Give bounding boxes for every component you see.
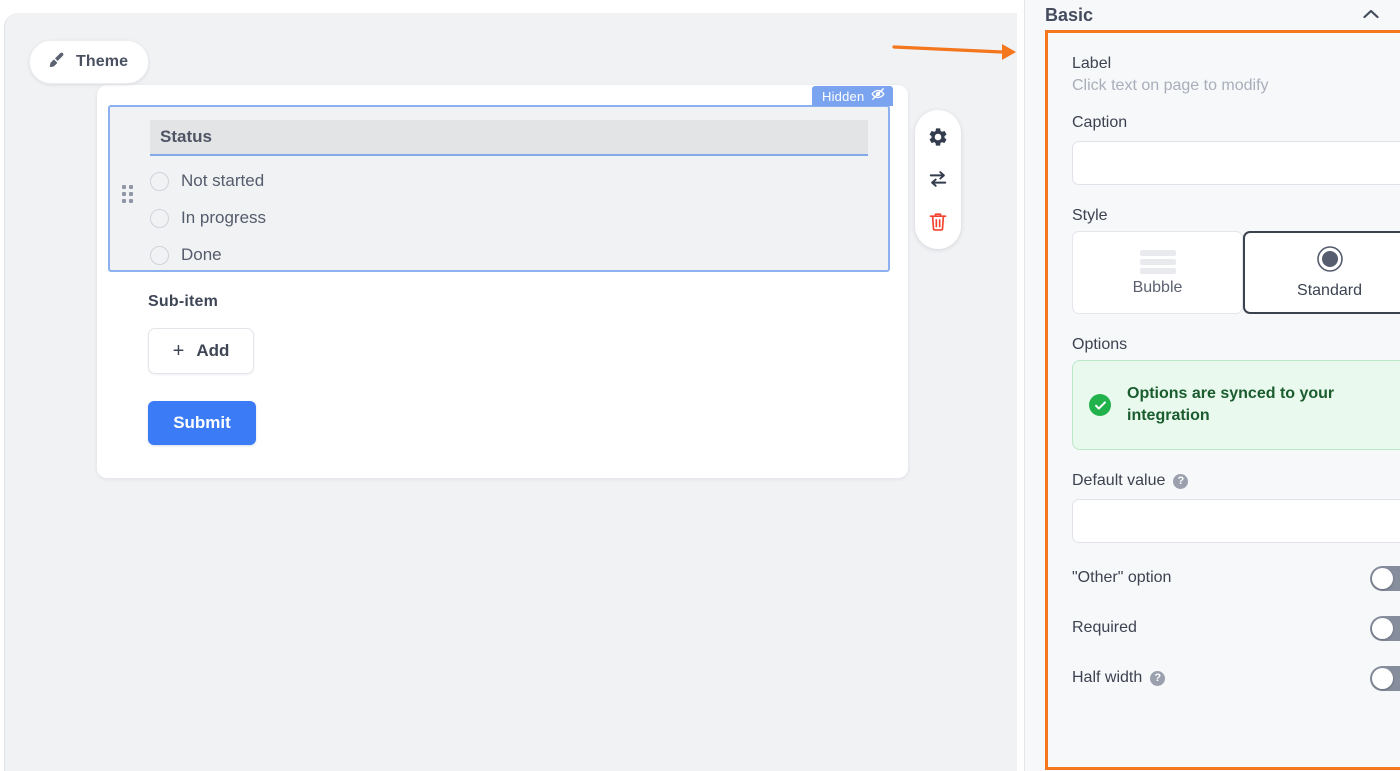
toggle-row-required: Required xyxy=(1072,603,1400,653)
submit-button[interactable]: Submit xyxy=(148,401,256,445)
panel-title: Basic xyxy=(1045,4,1094,25)
default-value-input[interactable] xyxy=(1072,499,1400,543)
required-toggle[interactable] xyxy=(1370,615,1400,641)
radio-option-done[interactable]: Done xyxy=(150,245,222,265)
question-mark-icon[interactable]: ? xyxy=(1173,473,1189,489)
chevron-up-icon[interactable] xyxy=(1363,6,1379,24)
panel-body: Label Click text on page to modify Capti… xyxy=(1045,30,1400,770)
caption-input[interactable] xyxy=(1072,141,1400,185)
radio-filled-icon xyxy=(1316,245,1344,278)
field-action-toolbar xyxy=(915,110,961,249)
swap-arrows-icon[interactable] xyxy=(923,164,953,194)
toggle-row-other-option: "Other" option xyxy=(1072,553,1400,603)
status-field-label-box[interactable]: Status xyxy=(150,120,868,156)
caption-field-title: Caption xyxy=(1072,114,1128,131)
gear-icon[interactable] xyxy=(923,122,953,152)
radio-circle-icon xyxy=(150,245,169,265)
add-sub-item-button[interactable]: + Add xyxy=(148,328,254,374)
question-mark-icon[interactable]: ? xyxy=(1150,670,1166,686)
trash-icon[interactable] xyxy=(923,207,953,237)
toggle-knob xyxy=(1372,567,1393,589)
style-field-title: Style xyxy=(1072,207,1108,224)
check-circle-icon xyxy=(1089,394,1111,416)
style-option-group: Bubble Standard xyxy=(1072,231,1400,314)
toggle-label: Half width ? xyxy=(1072,669,1166,687)
style-option-label: Standard xyxy=(1297,282,1362,299)
default-value-label-text: Default value xyxy=(1072,472,1166,489)
radio-option-in-progress[interactable]: In progress xyxy=(150,208,266,228)
theme-button-label: Theme xyxy=(76,53,129,70)
radio-circle-icon xyxy=(150,208,169,228)
toggle-label-text: Half width xyxy=(1072,669,1143,686)
options-field-title: Options xyxy=(1072,336,1128,353)
other-option-toggle[interactable] xyxy=(1370,565,1400,591)
toggle-knob xyxy=(1372,617,1393,639)
app-root: Theme Hidden Status Not started In progr… xyxy=(0,0,1400,771)
eye-off-icon xyxy=(871,87,885,106)
style-option-bubble[interactable]: Bubble xyxy=(1072,231,1243,314)
drag-handle-icon[interactable] xyxy=(122,185,134,203)
stacked-bars-icon xyxy=(1139,249,1176,275)
options-synced-banner: Options are synced to your integration xyxy=(1072,360,1400,450)
plus-icon: + xyxy=(172,340,185,362)
status-field-label: Status xyxy=(160,127,212,146)
options-synced-message: Options are synced to your integration xyxy=(1127,385,1335,424)
panel-section-header-basic[interactable]: Basic xyxy=(1025,0,1400,30)
toggle-label: Required xyxy=(1072,619,1137,636)
status-field-selected[interactable]: Status Not started In progress Done xyxy=(108,105,890,272)
properties-panel: Basic Label Click text on page to modify… xyxy=(1024,0,1400,771)
toggle-label: "Other" option xyxy=(1072,569,1172,586)
theme-button[interactable]: Theme xyxy=(29,40,150,84)
radio-option-label: Not started xyxy=(181,171,265,190)
toggle-row-half-width: Half width ? xyxy=(1072,653,1400,703)
label-field-hint: Click text on page to modify xyxy=(1072,77,1269,94)
sub-item-label: Sub-item xyxy=(148,293,219,310)
style-option-standard[interactable]: Standard xyxy=(1243,231,1400,314)
annotation-arrow xyxy=(890,32,1020,77)
label-field-title: Label xyxy=(1072,55,1112,72)
toggle-knob xyxy=(1372,667,1393,689)
hidden-badge-label: Hidden xyxy=(822,88,865,104)
radio-option-label: In progress xyxy=(181,208,267,227)
radio-circle-icon xyxy=(150,171,169,191)
paintbrush-icon xyxy=(46,50,66,75)
radio-option-label: Done xyxy=(181,245,222,264)
default-value-field-title: Default value ? xyxy=(1072,472,1391,490)
add-sub-item-label: Add xyxy=(196,341,230,360)
canvas-right-gutter xyxy=(1017,0,1024,771)
half-width-toggle[interactable] xyxy=(1370,665,1400,691)
hidden-badge[interactable]: Hidden xyxy=(812,86,894,106)
radio-option-not-started[interactable]: Not started xyxy=(150,171,264,191)
style-option-label: Bubble xyxy=(1132,278,1183,296)
